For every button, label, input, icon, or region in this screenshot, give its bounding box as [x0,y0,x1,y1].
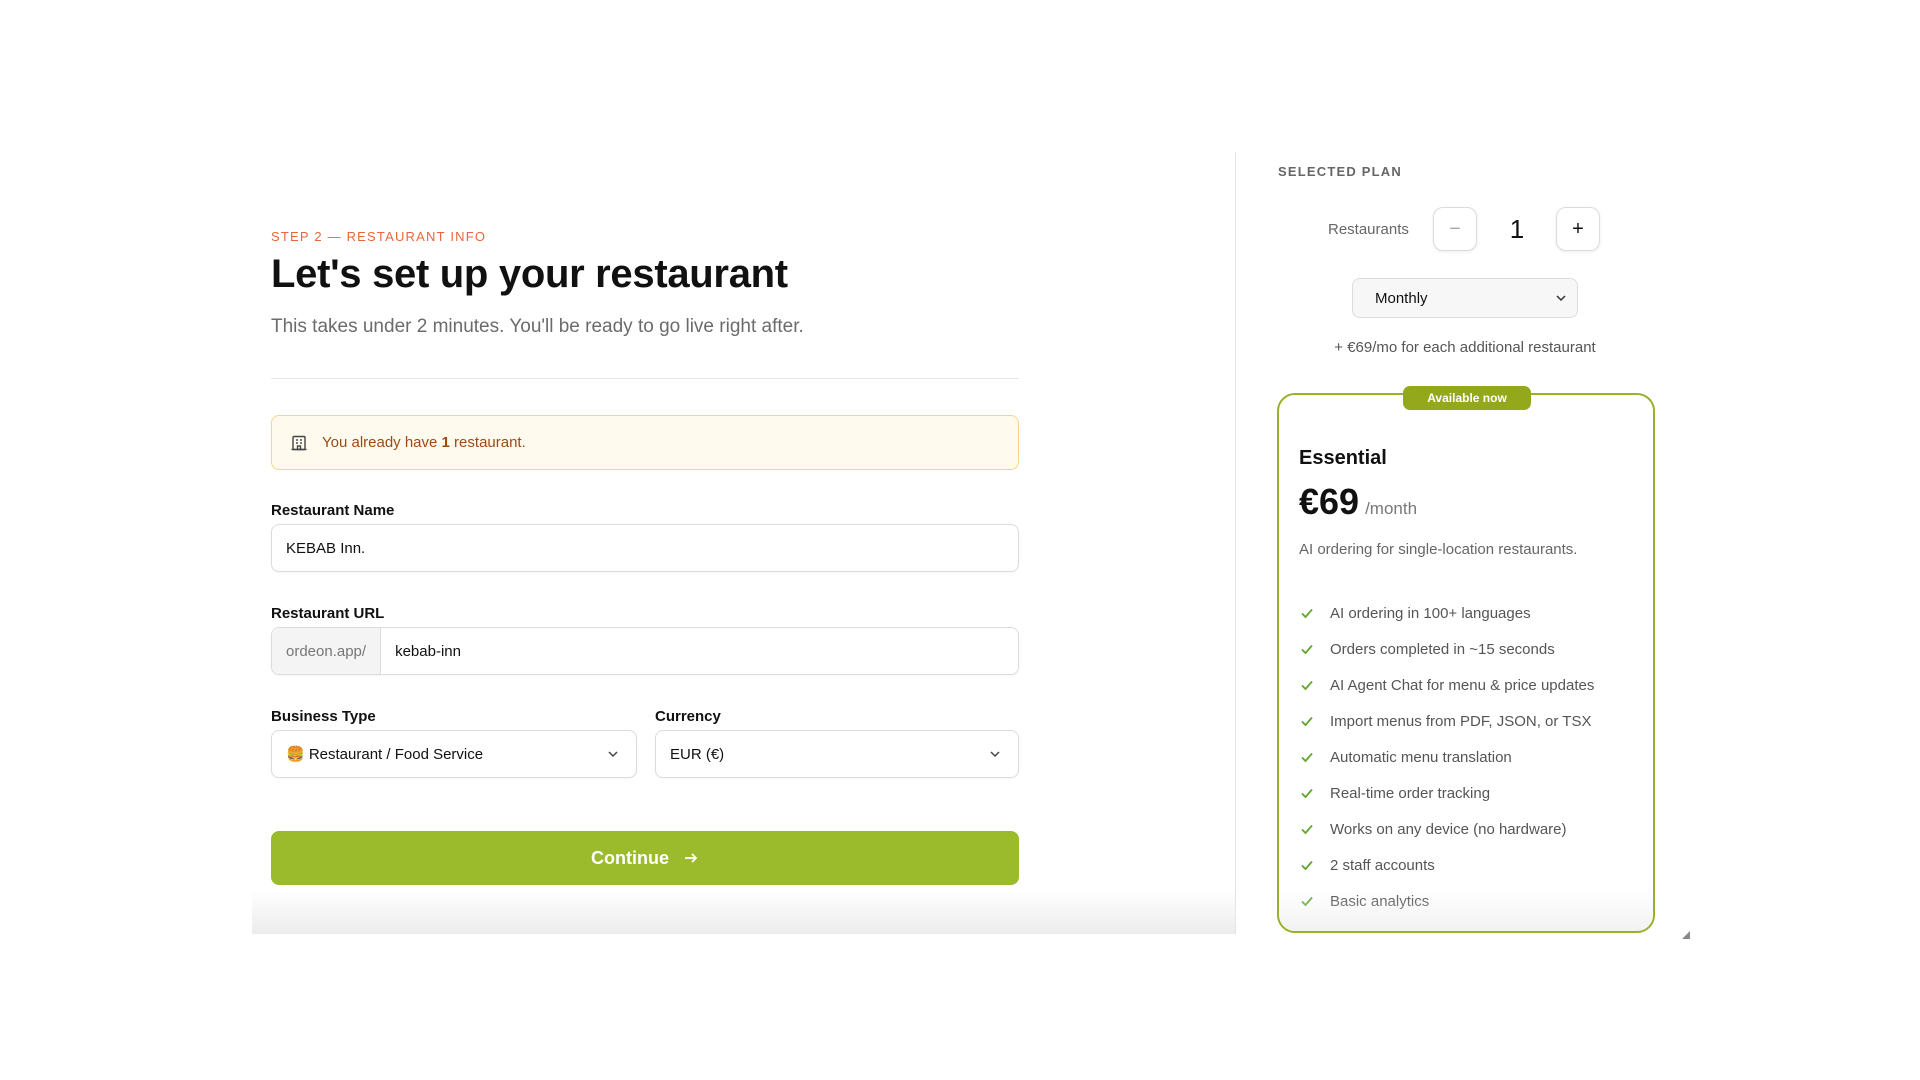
feature-label: Automatic menu translation [1330,748,1512,766]
plan-price: €69 /month [1299,481,1417,523]
currency-select[interactable]: EUR (€) [655,730,1019,778]
section-divider [271,378,1019,379]
increase-restaurants-button[interactable]: + [1556,207,1600,251]
resize-handle-icon[interactable] [1682,926,1690,939]
notice-text: You already have 1 restaurant. [322,434,526,451]
step-label: STEP 2 — RESTAURANT INFO [271,229,487,244]
check-icon [1299,641,1315,657]
restaurant-url-label: Restaurant URL [271,605,385,622]
plan-name: Essential [1299,447,1387,469]
check-icon [1299,749,1315,765]
notice-suffix: restaurant. [449,434,526,451]
feature-label: Works on any device (no hardware) [1330,820,1567,838]
decrease-restaurants-button[interactable]: − [1433,207,1477,251]
business-type-select[interactable]: 🍔 Restaurant / Food Service [271,730,637,778]
notice-prefix: You already have [322,434,442,451]
chevron-down-icon [1555,292,1567,304]
currency-value: EUR (€) [670,745,725,763]
restaurant-url-field: ordeon.app/ kebab-inn [271,627,1019,675]
plan-price-amount: €69 [1299,481,1360,522]
feature-item: Real-time order tracking [1299,775,1594,811]
plan-description: AI ordering for single-location restaura… [1299,541,1578,558]
feature-label: Real-time order tracking [1330,784,1491,802]
continue-button[interactable]: Continue [271,831,1019,885]
arrow-right-icon [683,850,699,866]
feature-item: 2 staff accounts [1299,847,1594,883]
restaurant-name-input[interactable]: KEBAB Inn. [271,524,1019,572]
billing-period-value: Monthly [1375,289,1428,307]
feature-label: Basic analytics [1330,892,1430,910]
feature-list: AI ordering in 100+ languages Orders com… [1299,595,1594,919]
business-type-value: 🍔 Restaurant / Food Service [286,746,484,763]
billing-period-select[interactable]: Monthly [1352,278,1578,318]
feature-item: Basic analytics [1299,883,1594,919]
additional-restaurant-note: + €69/mo for each additional restaurant [1334,339,1596,356]
feature-label: AI ordering in 100+ languages [1330,604,1531,622]
feature-item: Automatic menu translation [1299,739,1594,775]
feature-item: AI Agent Chat for menu & price updates [1299,667,1594,703]
restaurants-label: Restaurants [1328,221,1409,238]
page-subtitle: This takes under 2 minutes. You'll be re… [271,316,804,337]
selected-plan-label: SELECTED PLAN [1278,164,1402,179]
left-bottom-fade [252,890,1235,934]
notice-count: 1 [441,434,450,451]
feature-label: AI Agent Chat for menu & price updates [1330,676,1595,694]
feature-label: Import menus from PDF, JSON, or TSX [1330,712,1592,730]
chevron-down-icon [988,747,1002,761]
restaurant-name-value: KEBAB Inn. [286,539,366,557]
page-title: Let's set up your restaurant [271,252,788,296]
feature-label: 2 staff accounts [1330,856,1435,874]
check-icon [1299,821,1315,837]
feature-item: Import menus from PDF, JSON, or TSX [1299,703,1594,739]
building-icon [290,434,308,452]
plan-card-essential[interactable]: Essential €69 /month AI ordering for sin… [1277,393,1655,933]
plan-price-period: /month [1365,499,1418,518]
column-divider [1235,152,1236,934]
check-icon [1299,713,1315,729]
business-type-label: Business Type [271,708,376,725]
feature-item: Works on any device (no hardware) [1299,811,1594,847]
continue-label: Continue [591,847,669,868]
existing-restaurant-notice: You already have 1 restaurant. [271,415,1019,470]
check-icon [1299,785,1315,801]
chevron-down-icon [606,747,620,761]
check-icon [1299,857,1315,873]
feature-item: AI ordering in 100+ languages [1299,595,1594,631]
check-icon [1299,893,1315,909]
restaurant-url-input[interactable]: kebab-inn [381,643,461,660]
check-icon [1299,605,1315,621]
onboarding-page: STEP 2 — RESTAURANT INFO Let's set up yo… [0,0,1920,1080]
feature-label: Orders completed in ~15 seconds [1330,640,1555,658]
restaurant-name-label: Restaurant Name [271,502,395,519]
restaurant-count: 1 [1509,214,1525,244]
feature-item: Orders completed in ~15 seconds [1299,631,1594,667]
url-prefix: ordeon.app/ [272,628,382,674]
available-now-badge: Available now [1403,386,1531,410]
check-icon [1299,677,1315,693]
currency-label: Currency [655,708,721,725]
